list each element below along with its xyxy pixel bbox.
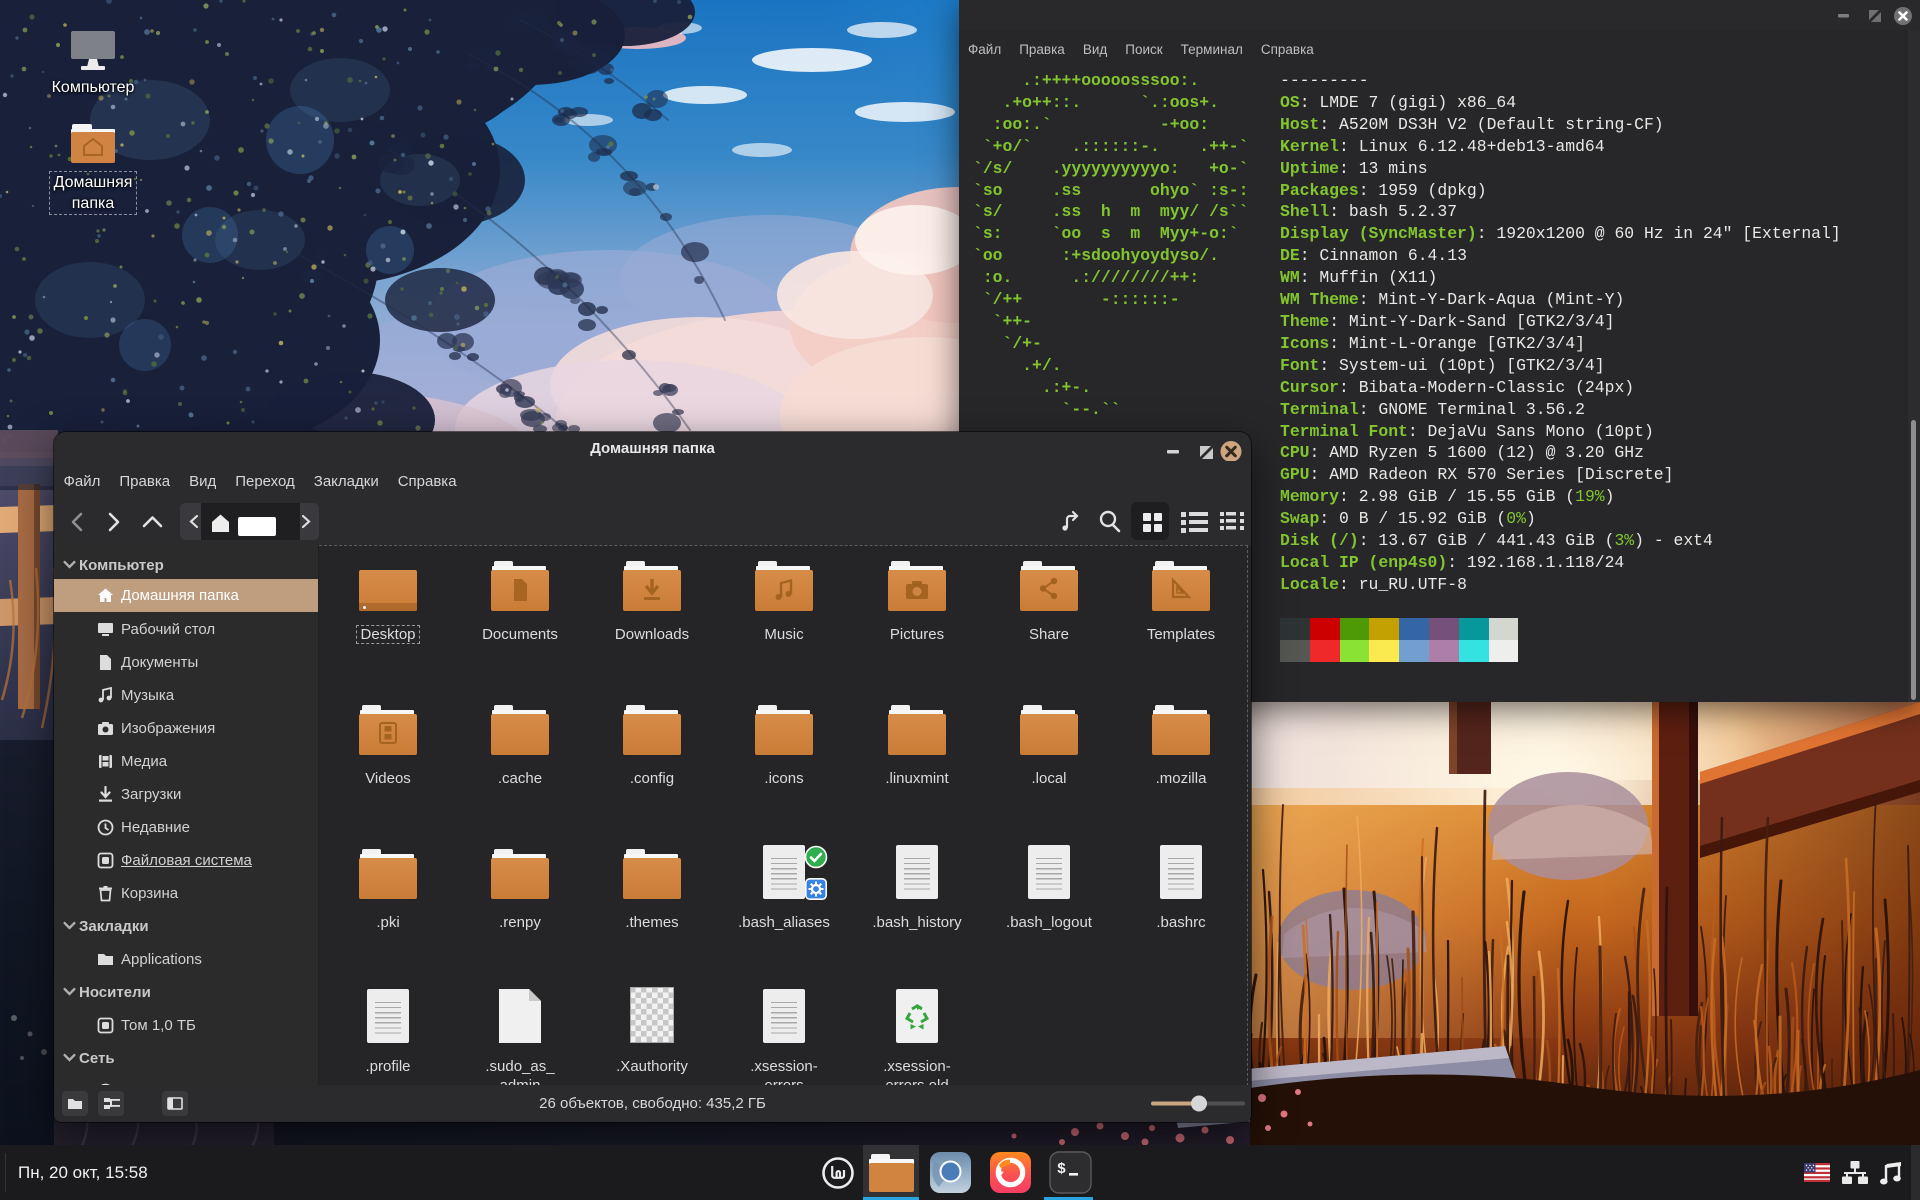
svg-text:$: $ bbox=[1057, 1161, 1066, 1178]
